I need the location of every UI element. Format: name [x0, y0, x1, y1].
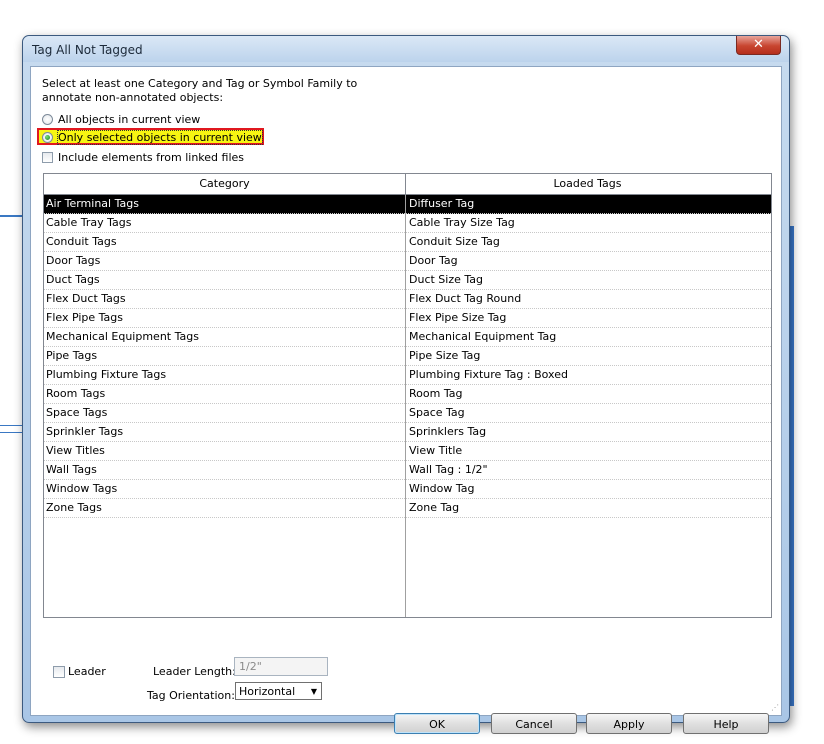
loaded-tag-cell[interactable]: Mechanical Equipment Tag — [406, 328, 769, 346]
tag-orientation-label: Tag Orientation: — [147, 689, 235, 702]
instructions-text: Select at least one Category and Tag or … — [42, 77, 358, 104]
grid-body: Air Terminal Tags Diffuser Tag Cable Tray … — [44, 195, 771, 617]
table-row[interactable]: Room Tags Room Tag — [44, 385, 771, 404]
category-cell[interactable]: Door Tags — [44, 252, 406, 270]
table-row[interactable]: Window Tags Window Tag — [44, 480, 771, 499]
category-cell[interactable]: Flex Duct Tags — [44, 290, 406, 308]
table-row[interactable]: Space Tags Space Tag — [44, 404, 771, 423]
table-row[interactable]: Door Tags Door Tag — [44, 252, 771, 271]
category-cell[interactable]: Window Tags — [44, 480, 406, 498]
cancel-button-label: Cancel — [515, 718, 553, 731]
table-row[interactable]: Pipe Tags Pipe Size Tag — [44, 347, 771, 366]
table-row[interactable]: Mechanical Equipment Tags Mechanical Equi… — [44, 328, 771, 347]
loaded-tag-cell[interactable]: Wall Tag : 1/2" — [406, 461, 769, 479]
loaded-tag-cell[interactable]: Zone Tag — [406, 499, 769, 517]
loaded-tag-cell[interactable]: Pipe Size Tag — [406, 347, 769, 365]
include-linked-files-checkbox[interactable]: Include elements from linked files — [42, 150, 244, 165]
radio-only-selected[interactable]: Only selected objects in current view — [42, 130, 263, 145]
category-tags-grid[interactable]: Category Loaded Tags Air Terminal Tags Di… — [43, 173, 772, 618]
help-button-label: Help — [713, 718, 739, 731]
checkbox-icon[interactable] — [53, 665, 65, 678]
include-linked-files-label: Include elements from linked files — [58, 151, 245, 164]
category-cell[interactable]: Plumbing Fixture Tags — [44, 366, 406, 384]
table-row[interactable]: Flex Duct Tags Flex Duct Tag Round — [44, 290, 771, 309]
table-row[interactable]: Conduit Tags Conduit Size Tag — [44, 233, 771, 252]
table-row[interactable]: View Titles View Title — [44, 442, 771, 461]
dialog-title: Tag All Not Tagged — [32, 43, 143, 57]
tag-orientation-value: Horizontal — [239, 685, 296, 698]
table-row[interactable]: Sprinkler Tags Sprinklers Tag — [44, 423, 771, 442]
apply-button[interactable]: Apply — [586, 713, 672, 734]
table-row[interactable]: Air Terminal Tags Diffuser Tag — [44, 195, 771, 214]
resize-grip-icon[interactable]: ⋰ — [771, 703, 779, 712]
category-cell[interactable]: View Titles — [44, 442, 406, 460]
loaded-tag-cell[interactable]: Conduit Size Tag — [406, 233, 769, 251]
ok-button[interactable]: OK — [394, 713, 480, 734]
radio-button-icon[interactable] — [42, 114, 53, 125]
category-cell[interactable]: Duct Tags — [44, 271, 406, 289]
category-cell[interactable]: Conduit Tags — [44, 233, 406, 251]
ok-button-label: OK — [429, 718, 445, 731]
category-cell[interactable]: Sprinkler Tags — [44, 423, 406, 441]
help-button[interactable]: Help — [683, 713, 769, 734]
category-cell[interactable]: Room Tags — [44, 385, 406, 403]
background-line — [0, 432, 24, 433]
table-row[interactable]: Duct Tags Duct Size Tag — [44, 271, 771, 290]
loaded-tag-cell[interactable]: Plumbing Fixture Tag : Boxed — [406, 366, 769, 384]
leader-checkbox[interactable]: Leader — [53, 665, 106, 678]
cancel-button[interactable]: Cancel — [491, 713, 577, 734]
radio-all-objects[interactable]: All objects in current view — [42, 112, 200, 127]
loaded-tag-cell[interactable]: Window Tag — [406, 480, 769, 498]
radio-only-selected-label: Only selected objects in current view — [57, 130, 263, 145]
loaded-tag-cell[interactable]: Duct Size Tag — [406, 271, 769, 289]
close-button[interactable]: ✕ — [736, 36, 781, 55]
close-icon: ✕ — [753, 37, 764, 52]
loaded-tag-cell[interactable]: Door Tag — [406, 252, 769, 270]
background-line — [0, 425, 24, 426]
radio-all-objects-label: All objects in current view — [58, 113, 201, 126]
category-cell[interactable]: Flex Pipe Tags — [44, 309, 406, 327]
category-cell[interactable]: Mechanical Equipment Tags — [44, 328, 406, 346]
dialog-body: Select at least one Category and Tag or … — [30, 66, 782, 734]
grid-header: Category Loaded Tags — [44, 174, 771, 195]
title-bar: Tag All Not Tagged ✕ — [23, 36, 789, 62]
loaded-tag-cell[interactable]: Cable Tray Size Tag — [406, 214, 769, 232]
leader-length-label: Leader Length: — [153, 665, 236, 678]
category-cell[interactable]: Zone Tags — [44, 499, 406, 517]
radio-button-checked-icon[interactable] — [42, 132, 53, 143]
leader-label: Leader — [68, 665, 106, 678]
tag-all-not-tagged-dialog: Tag All Not Tagged ✕ Select at least one… — [22, 35, 790, 734]
checkbox-icon[interactable] — [42, 152, 53, 163]
category-cell[interactable]: Pipe Tags — [44, 347, 406, 365]
loaded-tag-cell[interactable]: Sprinklers Tag — [406, 423, 769, 441]
column-divider — [405, 195, 406, 617]
dropdown-arrow-icon[interactable]: ▼ — [311, 683, 317, 701]
loaded-tag-cell[interactable]: Space Tag — [406, 404, 769, 422]
background-line — [0, 215, 24, 217]
category-cell[interactable]: Air Terminal Tags — [44, 195, 406, 213]
loaded-tag-cell[interactable]: Flex Duct Tag Round — [406, 290, 769, 308]
leader-length-input[interactable]: 1/2" — [234, 657, 328, 676]
column-header-category[interactable]: Category — [44, 174, 406, 194]
loaded-tag-cell[interactable]: Flex Pipe Size Tag — [406, 309, 769, 327]
category-cell[interactable]: Wall Tags — [44, 461, 406, 479]
table-row[interactable]: Zone Tags Zone Tag — [44, 499, 771, 518]
loaded-tag-cell[interactable]: Diffuser Tag — [406, 195, 769, 213]
category-cell[interactable]: Cable Tray Tags — [44, 214, 406, 232]
table-row[interactable]: Cable Tray Tags Cable Tray Size Tag — [44, 214, 771, 233]
category-cell[interactable]: Space Tags — [44, 404, 406, 422]
tag-orientation-select[interactable]: Horizontal ▼ — [235, 682, 322, 700]
loaded-tag-cell[interactable]: Room Tag — [406, 385, 769, 403]
table-row[interactable]: Plumbing Fixture Tags Plumbing Fixture Ta… — [44, 366, 771, 385]
table-row[interactable]: Flex Pipe Tags Flex Pipe Size Tag — [44, 309, 771, 328]
column-header-loaded-tags[interactable]: Loaded Tags — [406, 174, 769, 194]
apply-button-label: Apply — [613, 718, 645, 731]
table-row[interactable]: Wall Tags Wall Tag : 1/2" — [44, 461, 771, 480]
loaded-tag-cell[interactable]: View Title — [406, 442, 769, 460]
